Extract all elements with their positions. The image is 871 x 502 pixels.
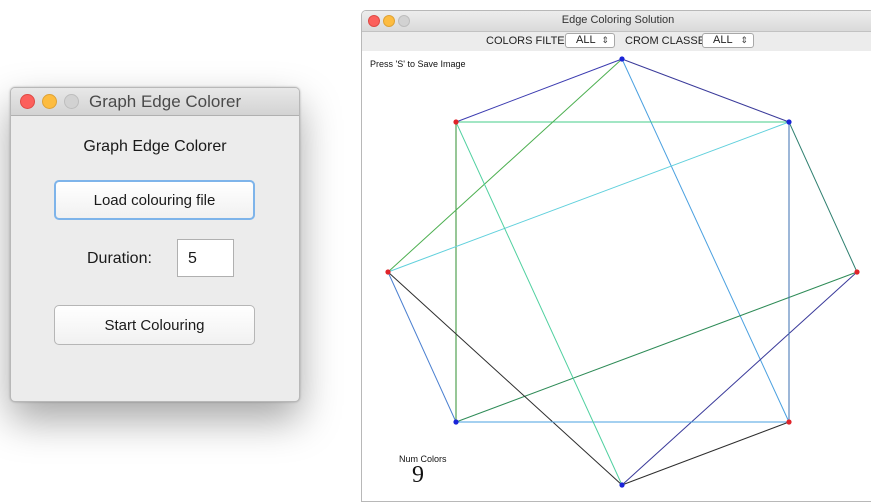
window-title: Edge Coloring Solution — [561, 14, 675, 26]
zoom-button[interactable] — [64, 94, 79, 109]
graph-node — [453, 419, 459, 425]
graph-edge — [455, 121, 623, 486]
num-colors-value: 9 — [412, 462, 424, 488]
graph-edge — [788, 121, 858, 273]
graph-edge — [387, 271, 457, 423]
filter-toolbar: COLORS FILTER ALL ⇕ CROM CLASSES ALL ⇕ — [362, 32, 871, 51]
colors-filter-label: COLORS FILTER — [486, 35, 573, 47]
graph-edge — [455, 58, 623, 123]
graph-node — [619, 56, 625, 62]
colors-filter-select[interactable]: ALL ⇕ — [565, 33, 615, 48]
edge-coloring-solution-window: Edge Coloring Solution COLORS FILTER ALL… — [361, 10, 871, 502]
graph-edge — [455, 271, 858, 423]
load-colouring-file-button[interactable]: Load colouring file — [54, 180, 255, 220]
graph-edge — [621, 271, 858, 486]
graph-node — [385, 269, 391, 275]
graph-edge — [621, 421, 790, 486]
graph-node — [854, 269, 860, 275]
minimize-button[interactable] — [42, 94, 57, 109]
select-arrows-icon: ⇕ — [601, 35, 609, 45]
crom-classes-value: ALL — [713, 34, 733, 46]
graph-edge — [621, 58, 790, 423]
select-arrows-icon: ⇕ — [740, 35, 748, 45]
graph-node — [786, 119, 792, 125]
crom-classes-label: CROM CLASSES — [625, 35, 713, 47]
title-bar: Edge Coloring Solution — [362, 11, 871, 32]
app-heading: Graph Edge Colorer — [83, 138, 227, 155]
graph-edge-colorer-window: Graph Edge Colorer Graph Edge Colorer Lo… — [10, 87, 300, 402]
title-bar: Graph Edge Colorer — [11, 88, 299, 116]
colors-filter-value: ALL — [576, 34, 596, 46]
graph-canvas — [385, 56, 860, 488]
duration-label: Duration: — [87, 250, 152, 267]
window-title: Graph Edge Colorer — [89, 92, 242, 111]
start-colouring-button[interactable]: Start Colouring — [54, 305, 255, 345]
graph-edge — [387, 121, 790, 273]
graph-node — [786, 419, 792, 425]
graph-edge — [387, 58, 623, 273]
close-button[interactable] — [20, 94, 35, 109]
graph-node — [619, 482, 625, 488]
graph-node — [453, 119, 459, 125]
duration-input[interactable]: 5 — [177, 239, 234, 277]
crom-classes-select[interactable]: ALL ⇕ — [702, 33, 754, 48]
